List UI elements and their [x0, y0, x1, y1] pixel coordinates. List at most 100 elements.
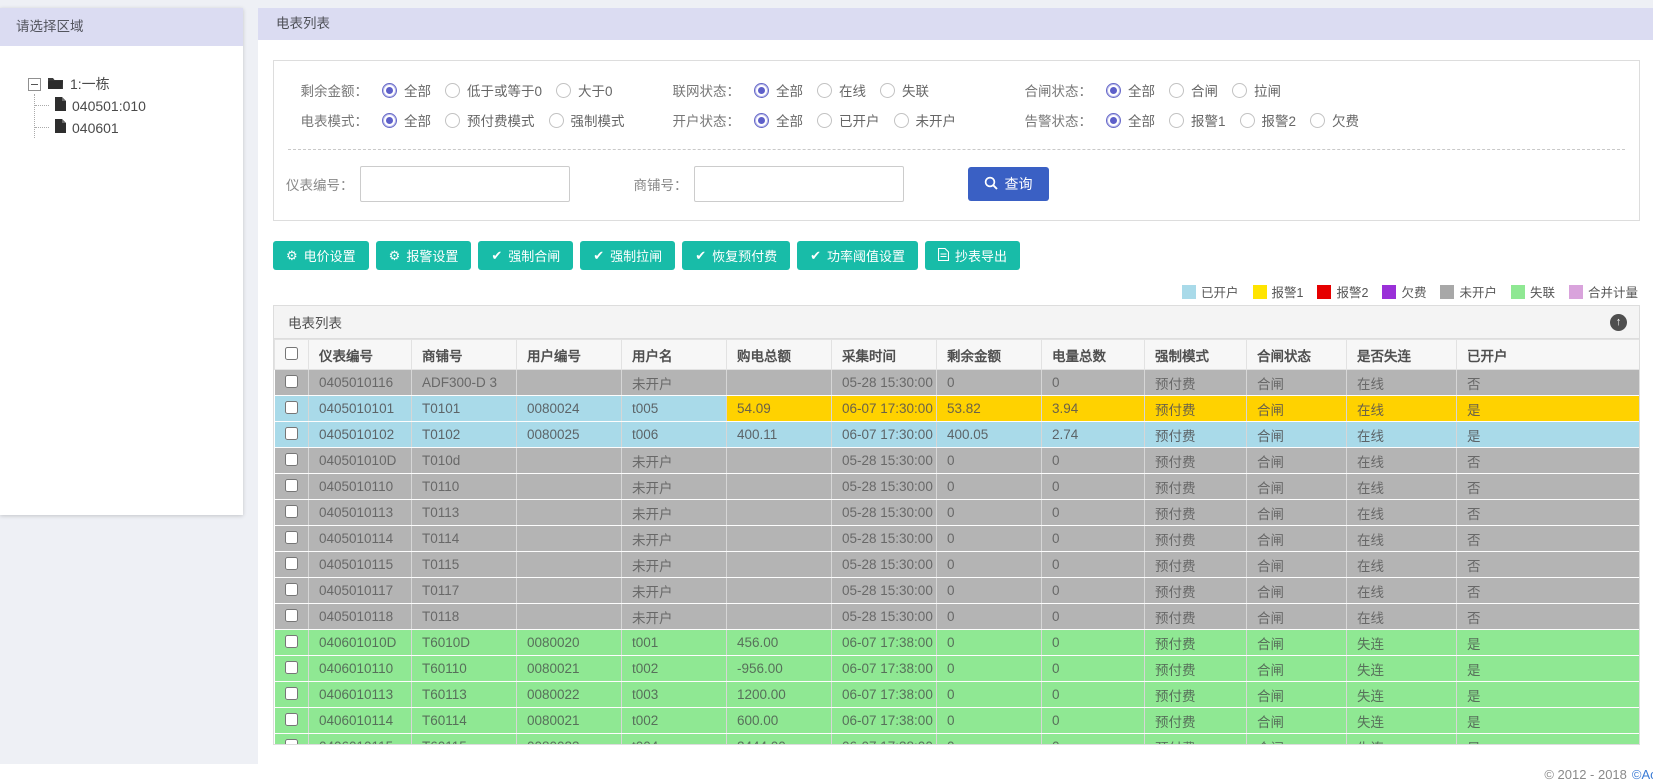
radio-icon[interactable]: [382, 82, 397, 98]
select-all-checkbox[interactable]: [285, 346, 298, 360]
table-row[interactable]: 0405010116 ADF300-D 3 未开户 05-28 15:30:00 0 0 预…: [274, 369, 1639, 396]
table-row[interactable]: 040601010D T6010D 0080020 t001 456.00 06-07 1…: [274, 629, 1639, 656]
radio-option[interactable]: 全部: [1106, 80, 1155, 100]
radio-option[interactable]: 预付费模式: [445, 110, 535, 130]
radio-option[interactable]: 全部: [382, 110, 431, 130]
row-checkbox[interactable]: [284, 608, 298, 622]
action-button-电价设置[interactable]: ⚙ 电价设置: [273, 241, 369, 270]
table-row[interactable]: 0405010113 T0113 未开户 05-28 15:30:00 0 0 预付费 合闸在…: [274, 499, 1639, 526]
radio-option[interactable]: 大于0: [556, 80, 613, 100]
table-row[interactable]: 0405010115 T0115 未开户 05-28 15:30:00 0 0 预付费 合闸在…: [274, 551, 1639, 578]
table-row[interactable]: 0405010101 T0101 0080024 t005 54.09 06-07 17:…: [274, 395, 1639, 422]
row-checkbox[interactable]: [284, 634, 298, 648]
row-checkbox[interactable]: [284, 374, 298, 388]
table-row[interactable]: 0406010114 T60114 0080021 t002 600.00 06-07 1…: [274, 707, 1639, 734]
search-icon: [984, 176, 998, 193]
row-checkbox[interactable]: [284, 738, 298, 744]
radio-icon[interactable]: [1169, 82, 1184, 98]
radio-icon[interactable]: [548, 112, 564, 128]
table-row[interactable]: 0405010117 T0117 未开户 05-28 15:30:00 0 0 预付费 合闸在…: [274, 577, 1639, 604]
row-checkbox[interactable]: [284, 452, 298, 466]
row-checkbox[interactable]: [284, 530, 298, 544]
table-cell: 未开户: [621, 551, 727, 578]
tree-node-label[interactable]: 1:一栋: [70, 74, 110, 94]
tree-node-label[interactable]: 040501:010: [72, 98, 146, 114]
action-button-功率阈值设置[interactable]: ✔ 功率阈值设置: [797, 241, 919, 270]
radio-icon[interactable]: [754, 112, 769, 128]
radio-icon[interactable]: [817, 112, 832, 128]
row-select-cell: [274, 447, 309, 474]
radio-icon[interactable]: [1106, 82, 1121, 98]
query-button[interactable]: 查询: [967, 167, 1049, 201]
action-button-报警设置[interactable]: ⚙ 报警设置: [375, 241, 472, 270]
tree-node-building[interactable]: 1:一栋: [28, 74, 243, 94]
radio-option[interactable]: 全部: [382, 80, 431, 100]
radio-icon[interactable]: [817, 82, 832, 98]
row-checkbox[interactable]: [284, 478, 298, 492]
action-button-恢复预付费[interactable]: ✔ 恢复预付费: [682, 241, 791, 270]
filter-row: 剩余金额： 全部 低于或等于0 大于0 联网状态： 全部 在线 失联 合闸状态： 全部 合闸 拉闸: [274, 75, 1639, 105]
radio-icon[interactable]: [1106, 112, 1121, 128]
tree-node-meter[interactable]: 040501:010: [35, 94, 243, 116]
collapse-up-icon[interactable]: ↑: [1610, 313, 1627, 331]
table-row[interactable]: 0406010110 T60110 0080021 t002 -956.00 06-07 …: [274, 655, 1639, 682]
radio-option[interactable]: 拉闸: [1232, 80, 1281, 100]
radio-icon[interactable]: [1232, 82, 1247, 98]
radio-option[interactable]: 已开户: [817, 110, 880, 130]
table-row[interactable]: 040501010D T010d 未开户 05-28 15:30:00 0 0 预付费 合闸在…: [274, 447, 1639, 474]
table-cell: T010d: [411, 447, 517, 474]
table-row[interactable]: 0405010114 T0114 未开户 05-28 15:30:00 0 0 预付费 合闸在…: [274, 525, 1639, 552]
radio-option[interactable]: 在线: [817, 80, 866, 100]
table-row[interactable]: 0405010102 T0102 0080025 t006 400.11 06-07 17…: [274, 421, 1639, 448]
row-select-cell: [274, 577, 309, 604]
table-row[interactable]: 0405010110 T0110 未开户 05-28 15:30:00 0 0 预付费 合闸在…: [274, 473, 1639, 500]
radio-option[interactable]: 全部: [754, 80, 803, 100]
action-button-强制拉闸[interactable]: ✔ 强制拉闸: [580, 241, 676, 270]
column-header: 采集时间: [831, 339, 937, 370]
radio-option[interactable]: 失联: [880, 80, 929, 100]
table-row[interactable]: 0406010115T601150080023t0042444.0006-07 …: [274, 733, 1639, 744]
row-checkbox[interactable]: [284, 426, 298, 440]
radio-icon[interactable]: [754, 82, 769, 98]
tree-collapse-icon[interactable]: [28, 77, 41, 91]
legend-swatch: [1510, 284, 1525, 299]
radio-icon[interactable]: [880, 82, 895, 98]
table-cell: [726, 603, 832, 630]
radio-icon[interactable]: [445, 112, 460, 128]
radio-option[interactable]: 低于或等于0: [445, 80, 542, 100]
table-row[interactable]: 0405010118 T0118 未开户 05-28 15:30:00 0 0 预付费 合闸在…: [274, 603, 1639, 630]
row-checkbox[interactable]: [284, 504, 298, 518]
radio-option[interactable]: 合闸: [1169, 80, 1218, 100]
row-checkbox[interactable]: [284, 400, 298, 414]
action-button-抄表导出[interactable]: 抄表导出: [925, 241, 1021, 270]
table-scroll-area[interactable]: 仪表编号 商铺号 用户编号 用户名 购电总额 采集时间 剩余金额 电量总数 强制模式 合闸状态 是否…: [274, 339, 1639, 744]
table-cell: -956.00: [726, 655, 832, 682]
tree-node-meter[interactable]: 040601: [35, 116, 243, 138]
radio-icon[interactable]: [1239, 112, 1255, 128]
filter-rows: 剩余金额： 全部 低于或等于0 大于0 联网状态： 全部 在线 失联 合闸状态： 全部 合闸 拉闸 电表…: [274, 75, 1639, 135]
radio-option[interactable]: 全部: [1106, 110, 1155, 130]
radio-icon[interactable]: [893, 112, 909, 128]
radio-icon[interactable]: [556, 82, 572, 98]
radio-option[interactable]: 全部: [754, 110, 803, 130]
brand-link[interactable]: ©Acr: [1632, 767, 1653, 782]
meter-no-input[interactable]: [359, 166, 570, 202]
table-row[interactable]: 0406010113 T60113 0080022 t003 1200.00 06-07 …: [274, 681, 1639, 708]
radio-icon[interactable]: [445, 82, 460, 98]
radio-option[interactable]: 未开户: [893, 110, 956, 130]
row-checkbox[interactable]: [284, 712, 298, 726]
row-checkbox[interactable]: [284, 556, 298, 570]
radio-option[interactable]: 报警1: [1169, 110, 1226, 130]
radio-option[interactable]: 报警2: [1239, 110, 1296, 130]
radio-icon[interactable]: [1169, 112, 1184, 128]
row-checkbox[interactable]: [284, 660, 298, 674]
radio-icon[interactable]: [382, 112, 397, 128]
radio-option[interactable]: 强制模式: [548, 110, 625, 130]
action-button-强制合闸[interactable]: ✔ 强制合闸: [478, 241, 574, 270]
row-checkbox[interactable]: [284, 582, 298, 596]
tree-node-label[interactable]: 040601: [72, 120, 119, 136]
radio-icon[interactable]: [1310, 112, 1326, 128]
radio-option[interactable]: 欠费: [1310, 110, 1359, 130]
shop-no-input[interactable]: [693, 166, 904, 202]
row-checkbox[interactable]: [284, 686, 298, 700]
